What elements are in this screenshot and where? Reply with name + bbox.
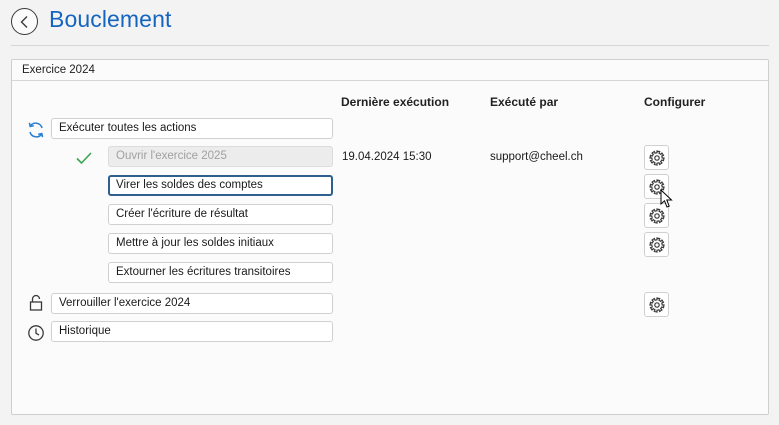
- open-next-year-last-run: 19.04.2024 15:30: [342, 151, 432, 163]
- sync-icon: [26, 120, 46, 140]
- configure-open-next-year-button[interactable]: [644, 145, 669, 170]
- chevron-left-icon: [20, 15, 27, 28]
- reverse-transitory-entries-button[interactable]: Extourner les écritures transitoires: [108, 262, 333, 283]
- open-next-year-run-by: support@cheel.ch: [490, 151, 583, 163]
- panel-divider: [12, 80, 768, 81]
- header: Bouclement: [0, 0, 779, 46]
- gear-icon: [648, 207, 665, 224]
- configure-transfer-balances-button[interactable]: [644, 174, 669, 199]
- unlock-icon: [26, 293, 46, 313]
- column-header-last-run: Dernière exécution: [341, 95, 450, 109]
- configure-update-opening-balances-button[interactable]: [644, 232, 669, 257]
- header-divider: [11, 45, 769, 46]
- configure-lock-year-button[interactable]: [644, 292, 669, 317]
- create-result-entry-button[interactable]: Créer l'écriture de résultat: [108, 204, 333, 225]
- year-panel: Exercice 2024 Dernière exécution Exécuté…: [11, 59, 769, 415]
- update-opening-balances-button[interactable]: Mettre à jour les soldes initiaux: [108, 233, 333, 254]
- back-button[interactable]: [11, 8, 38, 35]
- column-header-configure: Configurer: [644, 95, 706, 109]
- configure-create-result-entry-button[interactable]: [644, 203, 669, 228]
- panel-title: Exercice 2024: [22, 64, 95, 76]
- column-header-run-by: Exécuté par: [490, 95, 559, 109]
- clock-icon: [26, 323, 46, 343]
- open-next-year-button[interactable]: Ouvrir l'exercice 2025: [108, 146, 333, 167]
- transfer-balances-button[interactable]: Virer les soldes des comptes: [108, 175, 333, 196]
- history-button[interactable]: Historique: [51, 321, 333, 342]
- run-all-actions-button[interactable]: Exécuter toutes les actions: [51, 118, 333, 139]
- page-title: Bouclement: [49, 6, 172, 32]
- gear-icon: [648, 149, 665, 166]
- gear-icon: [648, 236, 665, 253]
- lock-year-button[interactable]: Verrouiller l'exercice 2024: [51, 293, 333, 314]
- gear-icon: [648, 296, 665, 313]
- gear-icon: [648, 178, 665, 195]
- check-icon: [74, 148, 94, 168]
